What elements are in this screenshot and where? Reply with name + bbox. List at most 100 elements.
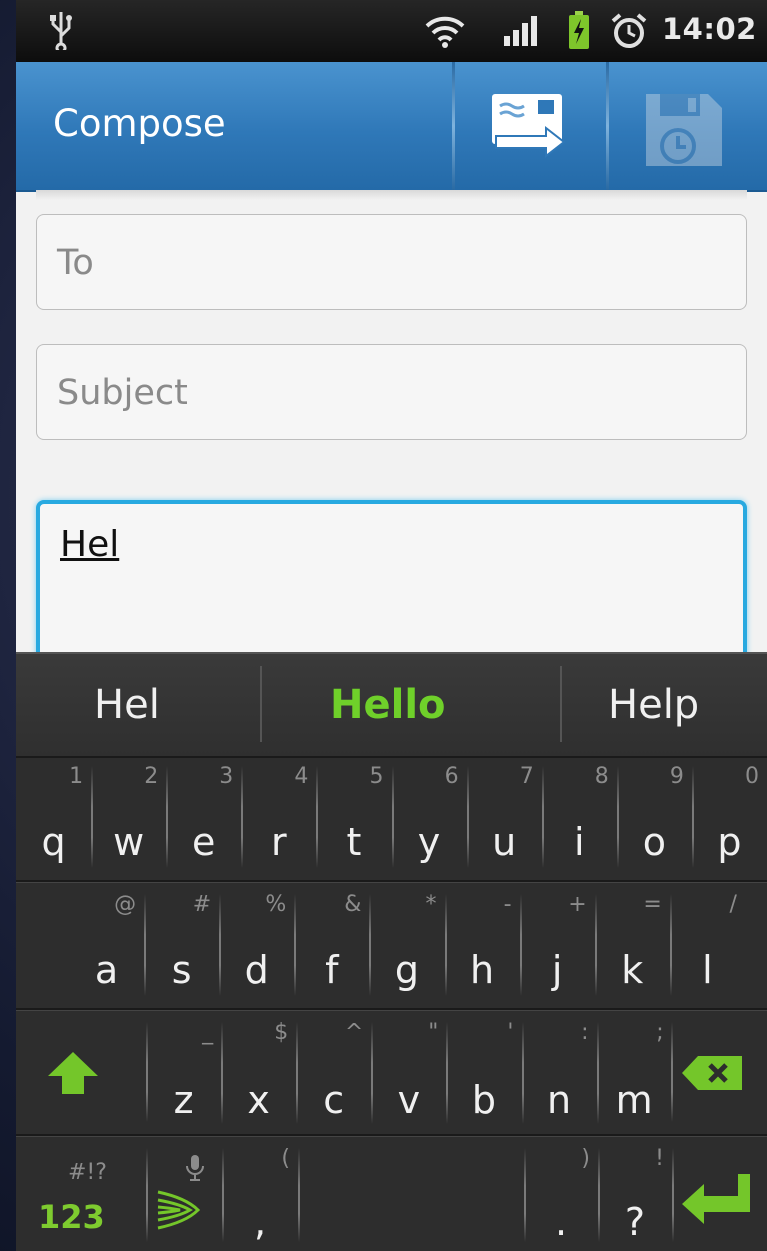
key-alt-label: @ <box>114 892 137 917</box>
to-field[interactable]: To <box>36 214 747 310</box>
key-i[interactable]: 8i <box>542 756 617 878</box>
key-alt-label: 7 <box>519 764 534 789</box>
key-k[interactable]: = k <box>595 884 670 1006</box>
key-divider <box>616 766 619 868</box>
key-b[interactable]: ' b <box>446 1012 521 1134</box>
space-key[interactable] <box>298 1138 524 1251</box>
key-alt-label: 5 <box>369 764 384 789</box>
key-label: q <box>41 820 66 864</box>
to-placeholder: To <box>57 243 94 283</box>
key-r[interactable]: 4r <box>241 756 316 878</box>
numbers-key[interactable]: #!? 123 <box>16 1136 144 1251</box>
enter-icon <box>682 1174 750 1224</box>
key-g[interactable]: * g <box>369 884 444 1006</box>
key-alt-label: $ <box>274 1020 289 1045</box>
key-x[interactable]: $ x <box>221 1012 296 1134</box>
key-q[interactable]: 1q <box>16 756 91 878</box>
key-alt-label: 0 <box>744 764 759 789</box>
key-t[interactable]: 5t <box>316 756 391 878</box>
key-divider <box>594 894 597 996</box>
key-f[interactable]: & f <box>294 884 369 1006</box>
key-z[interactable]: _ z <box>146 1012 221 1134</box>
body-text: Hel <box>60 524 120 565</box>
key-divider <box>669 894 672 996</box>
shift-key[interactable] <box>16 1010 144 1128</box>
key-label: t <box>346 820 362 864</box>
suggestion-divider <box>560 666 562 742</box>
key-c[interactable]: ^ c <box>296 1012 371 1134</box>
shift-icon <box>48 1052 98 1094</box>
key-alt-label: 1 <box>69 764 84 789</box>
key-j[interactable]: + j <box>520 884 595 1006</box>
content-shadow <box>36 190 747 200</box>
compose-screen: 14:02 Compose To Subject Hel Hel Hello H… <box>16 0 767 1251</box>
key-divider <box>519 894 522 996</box>
key-n[interactable]: :n <box>522 1012 597 1134</box>
key-label: . <box>554 1200 568 1244</box>
swiftkey-key[interactable] <box>146 1136 222 1251</box>
suggestion-item[interactable]: Hel <box>94 682 160 728</box>
send-button[interactable] <box>455 62 605 190</box>
suggestion-item[interactable]: Help <box>608 682 699 728</box>
key-divider <box>371 1022 374 1124</box>
key-y[interactable]: 6y <box>392 756 467 878</box>
key-alt-label: ) <box>581 1146 590 1171</box>
key-divider <box>241 766 244 868</box>
send-icon <box>492 94 566 158</box>
key-divider <box>391 766 394 868</box>
key-label: a <box>94 948 119 992</box>
key-divider <box>521 1022 524 1124</box>
period-key[interactable]: ). <box>524 1138 598 1251</box>
key-l[interactable]: / l <box>670 884 745 1006</box>
key-label: w <box>113 820 145 864</box>
key-label: e <box>192 820 216 864</box>
key-alt-label: ^ <box>344 1020 364 1045</box>
enter-key[interactable] <box>672 1136 767 1251</box>
key-w[interactable]: 2w <box>91 756 166 878</box>
key-alt-label: " <box>428 1020 439 1045</box>
key-p[interactable]: 0p <box>692 756 767 878</box>
key-alt-label: - <box>503 892 512 917</box>
key-divider <box>316 766 319 868</box>
key-label: c <box>323 1078 345 1122</box>
key-s[interactable]: # s <box>144 884 219 1006</box>
save-draft-button[interactable] <box>609 62 759 190</box>
key-label: u <box>492 820 517 864</box>
numbers-label: 123 <box>38 1198 105 1236</box>
key-label: s <box>171 948 192 992</box>
key-divider <box>466 766 469 868</box>
alarm-icon <box>611 13 647 48</box>
key-e[interactable]: 3e <box>166 756 241 878</box>
status-time: 14:02 <box>662 12 757 46</box>
key-d[interactable]: % d <box>219 884 294 1006</box>
key-divider <box>369 894 372 996</box>
key-divider <box>296 1022 299 1124</box>
key-label: k <box>621 948 644 992</box>
key-alt-label: ( <box>281 1146 290 1171</box>
key-v[interactable]: " v <box>371 1012 446 1134</box>
key-alt-label: _ <box>202 1020 214 1045</box>
key-o[interactable]: 9o <box>617 756 692 878</box>
suggestion-item-selected[interactable]: Hello <box>330 682 446 728</box>
microphone-icon <box>186 1155 204 1181</box>
key-alt-label: 3 <box>219 764 234 789</box>
key-label: g <box>394 948 419 992</box>
key-divider <box>91 766 94 868</box>
key-m[interactable]: ; m <box>597 1012 672 1134</box>
key-label: b <box>471 1078 496 1122</box>
comma-key[interactable]: (, <box>222 1138 298 1251</box>
key-label: r <box>271 820 287 864</box>
body-field[interactable]: Hel <box>36 500 747 670</box>
key-alt-label: ; <box>656 1020 664 1045</box>
key-alt-label: = <box>643 892 662 917</box>
key-a[interactable]: @ a <box>69 884 144 1006</box>
key-alt-label: ' <box>507 1020 514 1045</box>
delete-key[interactable] <box>672 1010 767 1128</box>
key-label: o <box>642 820 666 864</box>
key-label: i <box>573 820 585 864</box>
subject-field[interactable]: Subject <box>36 344 747 440</box>
key-u[interactable]: 7u <box>467 756 542 878</box>
question-key[interactable]: !? <box>598 1138 672 1251</box>
key-h[interactable]: -h <box>445 884 520 1006</box>
key-alt-label: * <box>425 892 437 917</box>
